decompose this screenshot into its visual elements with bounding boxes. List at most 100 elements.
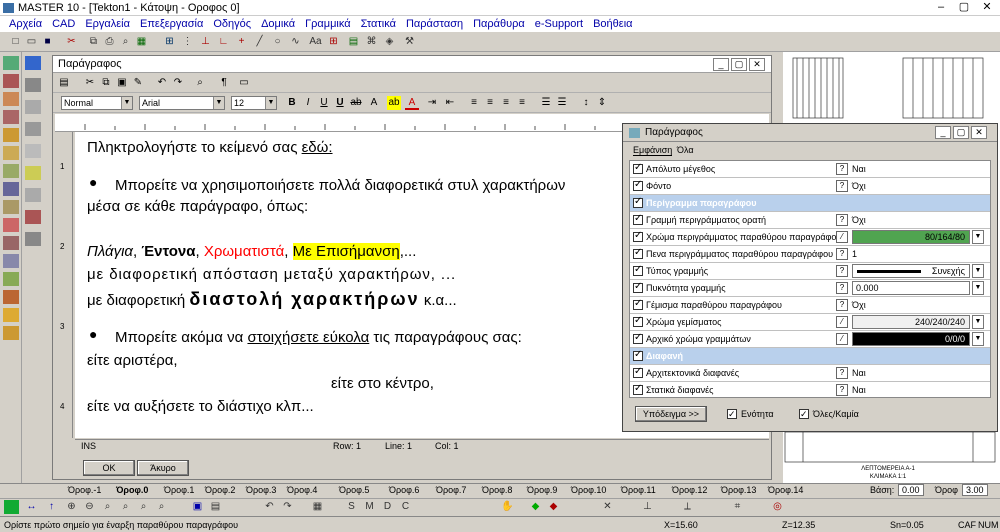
size-select[interactable]: 12 ▼ bbox=[231, 96, 277, 110]
strikethrough-icon[interactable]: ab bbox=[349, 96, 363, 110]
checkbox[interactable] bbox=[633, 298, 643, 310]
help-icon[interactable]: ? bbox=[836, 265, 848, 277]
color-field[interactable]: 0/0/0 bbox=[852, 332, 970, 346]
checkbox[interactable] bbox=[633, 349, 643, 361]
dropper-tool-icon[interactable] bbox=[25, 188, 41, 202]
open-icon[interactable]: ▭ bbox=[24, 35, 39, 49]
floor-tab[interactable]: Όροφ.5 bbox=[339, 485, 369, 495]
snap-end-icon[interactable]: ◆ bbox=[528, 500, 543, 514]
prop-row[interactable]: Γέμισμα παραθύρου παραγράφου? Όχι bbox=[630, 297, 990, 314]
layer-icon[interactable]: ▦ bbox=[310, 500, 325, 514]
section-view-icon[interactable]: ▤ bbox=[208, 500, 223, 514]
point-icon[interactable]: ⊥ bbox=[198, 35, 213, 49]
hand-icon[interactable]: ✋ bbox=[500, 500, 515, 514]
plant-tool-icon[interactable] bbox=[3, 272, 19, 286]
window-tool-icon[interactable] bbox=[3, 110, 19, 124]
circle-icon[interactable]: ○ bbox=[270, 35, 285, 49]
checkbox[interactable] bbox=[633, 366, 643, 378]
d-icon[interactable]: D bbox=[380, 500, 395, 514]
eraser-tool-icon[interactable] bbox=[25, 78, 41, 92]
new-icon[interactable]: □ bbox=[8, 35, 23, 49]
help-icon[interactable]: ? bbox=[836, 163, 848, 175]
justify-icon[interactable]: ≡ bbox=[515, 96, 529, 110]
menu-view[interactable]: Παράσταση bbox=[401, 18, 468, 30]
help-icon[interactable]: ? bbox=[836, 248, 848, 260]
checkbox[interactable] bbox=[633, 162, 643, 174]
prop-row[interactable]: Πενα περιγράμματος παραθύρου παραγράφου?… bbox=[630, 246, 990, 263]
linetype-field[interactable]: Συνεχής bbox=[852, 264, 970, 278]
cut-icon[interactable]: ✂ bbox=[83, 76, 97, 90]
font-select[interactable]: Arial ▼ bbox=[139, 96, 225, 110]
slab-tool-icon[interactable] bbox=[3, 146, 19, 160]
tab-all[interactable]: Όλα bbox=[677, 145, 694, 155]
all-none-checkbox[interactable]: ✓ bbox=[799, 409, 809, 419]
editor-minimize-icon[interactable]: _ bbox=[713, 58, 729, 71]
line-spacing-icon[interactable]: ⇕ bbox=[595, 96, 609, 110]
bold-icon[interactable]: B bbox=[285, 96, 299, 110]
menu-guide[interactable]: Οδηγός bbox=[208, 18, 256, 30]
help-icon[interactable]: ? bbox=[836, 214, 848, 226]
spline-icon[interactable]: ∿ bbox=[288, 35, 303, 49]
prop-value[interactable]: Ναι bbox=[852, 164, 866, 174]
text-box-icon[interactable]: ▭ bbox=[237, 76, 251, 90]
maximize-icon[interactable]: ▢ bbox=[953, 1, 975, 15]
help-icon[interactable]: ? bbox=[836, 180, 848, 192]
double-underline-icon[interactable]: U bbox=[333, 96, 347, 110]
spacing-icon[interactable]: ↕ bbox=[579, 96, 593, 110]
frame-tool-icon[interactable] bbox=[25, 144, 41, 158]
density-field[interactable]: 0.000 bbox=[852, 281, 970, 295]
room-tool-icon[interactable] bbox=[3, 218, 19, 232]
chevron-down-icon[interactable]: ▼ bbox=[972, 315, 984, 329]
rotate-right-icon[interactable]: ↷ bbox=[280, 500, 295, 514]
railing-tool-icon[interactable] bbox=[3, 236, 19, 250]
panel-minimize-icon[interactable]: _ bbox=[935, 126, 951, 139]
floor-tab[interactable]: Όροφ.-1 bbox=[68, 485, 101, 495]
m-icon[interactable]: M bbox=[362, 500, 377, 514]
snap-mid-icon[interactable]: ◆ bbox=[546, 500, 561, 514]
wall-tool-icon[interactable] bbox=[3, 56, 19, 70]
copy-icon[interactable]: ⧉ bbox=[86, 35, 101, 49]
checkbox[interactable] bbox=[633, 281, 643, 293]
floor-tab[interactable]: Όροφ.10 bbox=[571, 485, 606, 495]
save-icon[interactable]: ■ bbox=[40, 35, 55, 49]
stair-tool-icon[interactable] bbox=[3, 182, 19, 196]
menu-structural[interactable]: Δομικά bbox=[256, 18, 300, 30]
line-icon[interactable]: ╱ bbox=[252, 35, 267, 49]
zoom-in-icon[interactable]: ⊕ bbox=[64, 500, 79, 514]
checkbox[interactable] bbox=[633, 264, 643, 276]
text-icon[interactable]: Aa bbox=[308, 35, 323, 49]
menu-esupport[interactable]: e-Support bbox=[530, 18, 588, 30]
symbol-icon[interactable]: ⌘ bbox=[364, 35, 379, 49]
zoom-all-icon[interactable]: ⌕ bbox=[118, 500, 133, 514]
chevron-down-icon[interactable]: ▼ bbox=[972, 332, 984, 346]
floor-tab[interactable]: Όροφ.14 bbox=[768, 485, 803, 495]
roof-tool-icon[interactable] bbox=[3, 164, 19, 178]
terrain-tool-icon[interactable] bbox=[3, 290, 19, 304]
preview-icon[interactable]: ⌕ bbox=[118, 35, 133, 49]
menu-edit[interactable]: Επεξεργασία bbox=[135, 18, 208, 30]
checkbox[interactable] bbox=[633, 332, 643, 344]
pencil-tool-icon[interactable] bbox=[25, 166, 41, 180]
rotate-left-icon[interactable]: ↶ bbox=[262, 500, 277, 514]
editor-close-icon[interactable]: ✕ bbox=[749, 58, 765, 71]
symbol-tool-icon[interactable] bbox=[3, 326, 19, 340]
s-icon[interactable]: S bbox=[344, 500, 359, 514]
tab-appearance[interactable]: Εμφάνιση bbox=[633, 145, 673, 156]
hatch-icon[interactable]: ▤ bbox=[346, 35, 361, 49]
chevron-down-icon[interactable]: ▼ bbox=[972, 264, 984, 278]
zoom-prev-icon[interactable]: ⌕ bbox=[154, 500, 169, 514]
snap-int-icon[interactable]: ✕ bbox=[600, 500, 615, 514]
tools-icon[interactable]: ⚒ bbox=[402, 35, 417, 49]
format-painter-icon[interactable]: ✎ bbox=[131, 76, 145, 90]
column-tool-icon[interactable] bbox=[3, 74, 19, 88]
checkbox[interactable] bbox=[633, 315, 643, 327]
section-header[interactable]: Διαφανή bbox=[630, 348, 990, 365]
outdent-icon[interactable]: ⇤ bbox=[443, 96, 457, 110]
snap-icon[interactable]: ⋮ bbox=[180, 35, 195, 49]
zoom-extents-icon[interactable]: ⌕ bbox=[136, 500, 151, 514]
eyedropper-icon[interactable]: ⁄ bbox=[836, 231, 848, 243]
checkbox[interactable] bbox=[633, 196, 643, 208]
cancel-button[interactable]: Άκυρο bbox=[137, 460, 189, 476]
base-input[interactable]: 0.00 bbox=[898, 484, 924, 496]
select-tool-icon[interactable] bbox=[25, 56, 41, 70]
